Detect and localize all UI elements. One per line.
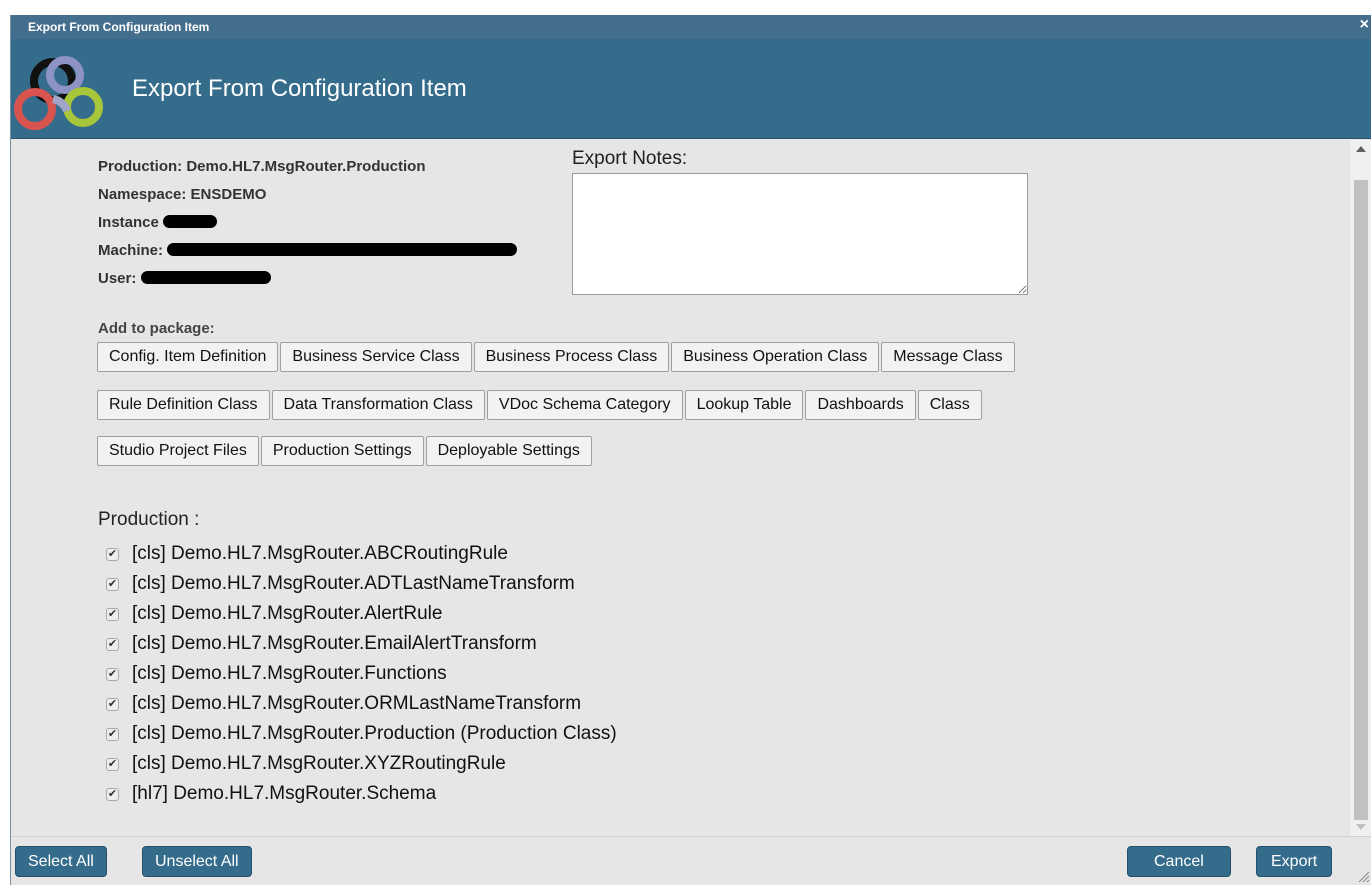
list-item-label: [cls] Demo.HL7.MsgRouter.ABCRoutingRule <box>132 543 508 564</box>
dialog-header: Export From Configuration Item <box>11 39 1371 139</box>
business-service-class-button[interactable]: Business Service Class <box>280 342 472 372</box>
instance-line: Instance <box>98 214 517 242</box>
dialog-footer: Select All Unselect All Cancel Export <box>11 836 1371 885</box>
checkbox[interactable]: ✔ <box>106 757 119 771</box>
vdoc-schema-category-button[interactable]: VDoc Schema Category <box>486 390 683 420</box>
business-operation-class-button[interactable]: Business Operation Class <box>671 342 880 372</box>
checkbox[interactable]: ✔ <box>106 637 119 651</box>
class-button[interactable]: Class <box>917 390 982 420</box>
list-item-label: [cls] Demo.HL7.MsgRouter.ORMLastNameTran… <box>132 693 582 714</box>
dashboards-button[interactable]: Dashboards <box>805 390 916 420</box>
list-item-label: [cls] Demo.HL7.MsgRouter.AlertRule <box>132 603 443 624</box>
rule-definition-class-button[interactable]: Rule Definition Class <box>97 390 270 420</box>
checkbox[interactable]: ✔ <box>106 787 119 801</box>
list-item-label: [cls] Demo.HL7.MsgRouter.XYZRoutingRule <box>132 753 506 774</box>
header-title: Export From Configuration Item <box>132 75 467 102</box>
checkbox[interactable]: ✔ <box>106 667 119 681</box>
business-process-class-button[interactable]: Business Process Class <box>473 342 670 372</box>
list-item: ✔ [cls] Demo.HL7.MsgRouter.ADTLastNameTra… <box>106 569 617 599</box>
production-item-list: ✔ [cls] Demo.HL7.MsgRouter.ABCRoutingRule… <box>106 539 617 809</box>
machine-line: Machine: <box>98 242 518 270</box>
export-notes-label: Export Notes: <box>572 148 688 169</box>
export-dialog: Export From Configuration Item × Export … <box>10 15 1371 885</box>
studio-project-files-button[interactable]: Studio Project Files <box>97 436 259 466</box>
redaction-mark <box>163 215 218 228</box>
dialog-content: Production: Demo.HL7.MsgRouter.Productio… <box>11 140 1371 836</box>
production-list-label: Production : <box>98 509 200 530</box>
list-item: ✔ [cls] Demo.HL7.MsgRouter.ABCRoutingRule <box>106 539 617 569</box>
production-line: Production: Demo.HL7.MsgRouter.Productio… <box>98 158 426 175</box>
list-item-label: [cls] Demo.HL7.MsgRouter.Production (Pro… <box>132 723 617 744</box>
user-line: User: <box>98 270 517 298</box>
list-item-label: [hl7] Demo.HL7.MsgRouter.Schema <box>132 783 437 804</box>
redaction-mark <box>167 243 518 256</box>
close-icon[interactable]: × <box>1360 16 1369 34</box>
user-label: User: <box>98 270 137 287</box>
checkbox[interactable]: ✔ <box>106 607 119 621</box>
intersystems-logo-icon <box>14 56 103 130</box>
lookup-table-button[interactable]: Lookup Table <box>684 390 804 420</box>
list-item: ✔ [cls] Demo.HL7.MsgRouter.AlertRule <box>106 599 617 629</box>
scroll-down-arrow-icon[interactable] <box>1356 824 1366 830</box>
instance-label: Instance <box>98 214 159 231</box>
dialog-title: Export From Configuration Item <box>28 20 210 34</box>
checkbox[interactable]: ✔ <box>106 727 119 741</box>
scrollbar-thumb[interactable] <box>1354 180 1368 820</box>
config-item-definition-button[interactable]: Config. Item Definition <box>97 342 279 372</box>
list-item: ✔ [cls] Demo.HL7.MsgRouter.XYZRoutingRule <box>106 749 617 779</box>
vertical-scrollbar[interactable] <box>1350 140 1371 836</box>
machine-label: Machine: <box>98 242 164 259</box>
data-transformation-class-button[interactable]: Data Transformation Class <box>271 390 485 420</box>
package-buttons-row-1: Config. Item Definition Business Service… <box>97 342 1015 372</box>
dialog-titlebar[interactable]: Export From Configuration Item × <box>11 15 1371 39</box>
production-info: Production: Demo.HL7.MsgRouter.Productio… <box>98 158 518 298</box>
resize-grip-icon[interactable] <box>1356 869 1370 883</box>
add-to-package-label: Add to package: <box>98 320 215 337</box>
export-button[interactable]: Export <box>1256 846 1333 877</box>
list-item-label: [cls] Demo.HL7.MsgRouter.ADTLastNameTran… <box>132 573 575 594</box>
checkbox[interactable]: ✔ <box>106 577 119 591</box>
list-item: ✔ [cls] Demo.HL7.MsgRouter.EmailAlertTran… <box>106 629 617 659</box>
export-notes-textarea[interactable] <box>572 173 1028 295</box>
unselect-all-button[interactable]: Unselect All <box>142 846 252 877</box>
cancel-button[interactable]: Cancel <box>1127 846 1231 877</box>
package-buttons-row-2: Rule Definition Class Data Transformatio… <box>97 390 982 420</box>
list-item: ✔ [cls] Demo.HL7.MsgRouter.ORMLastNameTra… <box>106 689 617 719</box>
scroll-up-arrow-icon[interactable] <box>1356 146 1366 152</box>
list-item: ✔ [cls] Demo.HL7.MsgRouter.Functions <box>106 659 617 689</box>
list-item-label: [cls] Demo.HL7.MsgRouter.Functions <box>132 663 447 684</box>
select-all-button[interactable]: Select All <box>15 846 107 877</box>
list-item: ✔ [cls] Demo.HL7.MsgRouter.Production (Pr… <box>106 719 617 749</box>
redaction-mark <box>140 271 271 284</box>
message-class-button[interactable]: Message Class <box>881 342 1015 372</box>
namespace-line: Namespace: ENSDEMO <box>98 186 267 203</box>
list-item-label: [cls] Demo.HL7.MsgRouter.EmailAlertTrans… <box>132 633 537 654</box>
package-buttons-row-3: Studio Project Files Production Settings… <box>97 436 592 466</box>
checkbox[interactable]: ✔ <box>106 697 119 711</box>
checkbox[interactable]: ✔ <box>106 547 119 561</box>
deployable-settings-button[interactable]: Deployable Settings <box>425 436 592 466</box>
list-item: ✔ [hl7] Demo.HL7.MsgRouter.Schema <box>106 779 617 809</box>
production-settings-button[interactable]: Production Settings <box>260 436 424 466</box>
